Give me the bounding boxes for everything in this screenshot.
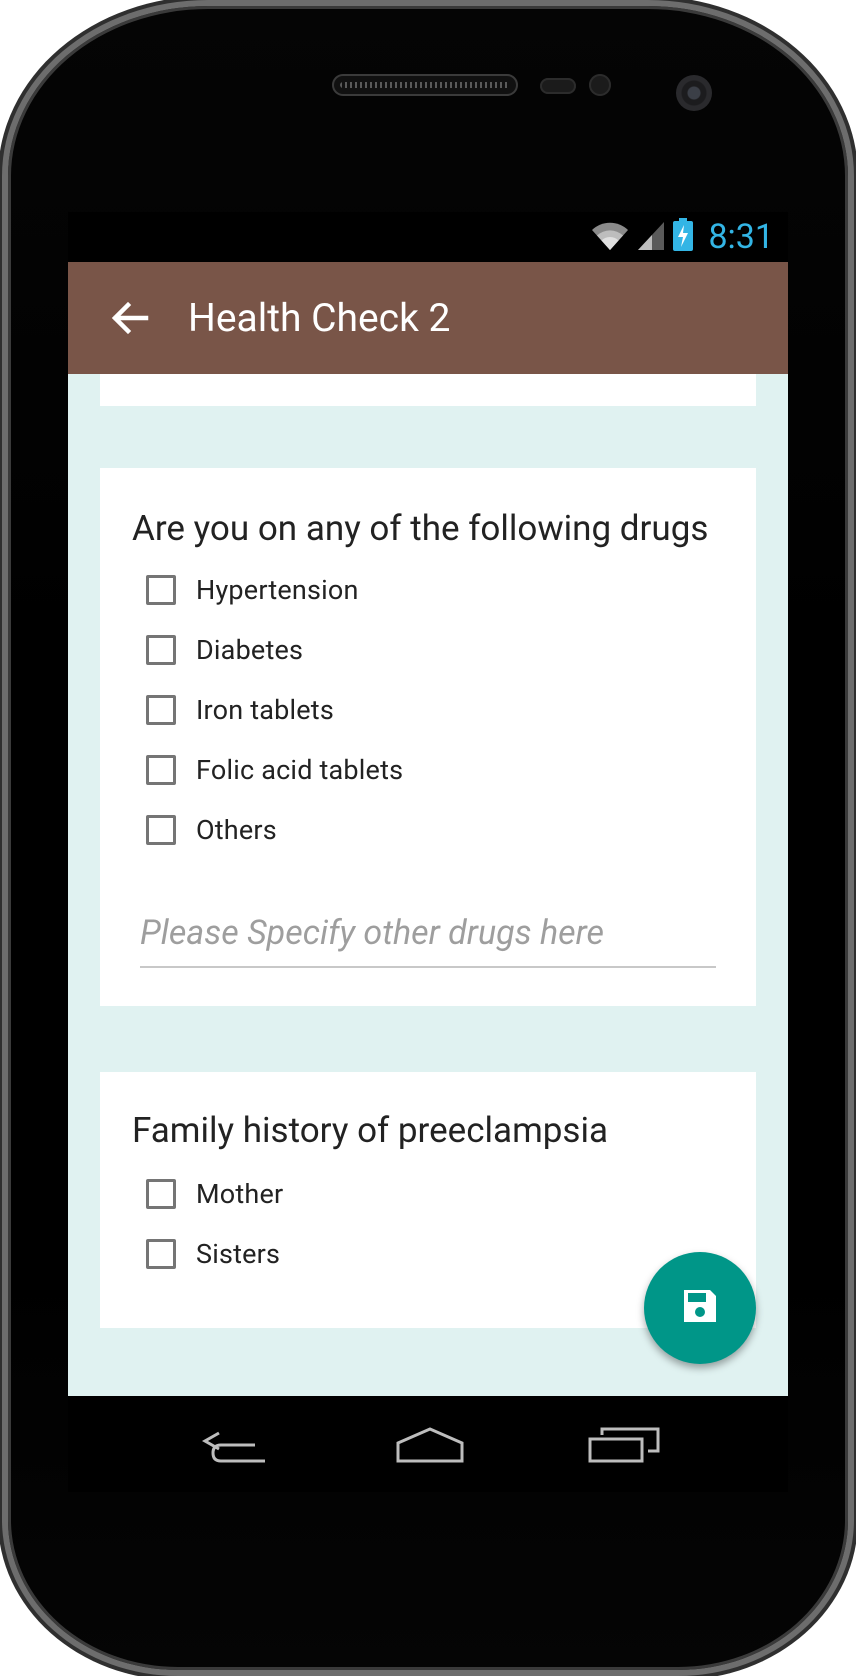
status-bar: 8:31 (68, 212, 788, 262)
checkbox-iron-tablets[interactable]: Iron tablets (146, 686, 334, 734)
back-nav-icon[interactable] (186, 1420, 282, 1470)
checkbox-box[interactable] (146, 815, 176, 845)
checkbox-box[interactable] (146, 1239, 176, 1269)
checkbox-label: Folic acid tablets (196, 754, 404, 786)
status-time: 8:31 (708, 217, 774, 257)
checkbox-label: Others (196, 814, 277, 846)
save-icon (680, 1286, 720, 1330)
battery-charging-icon (672, 218, 694, 256)
earpiece-speaker (332, 74, 518, 96)
proximity-sensor (540, 78, 576, 94)
checkbox-label: Iron tablets (196, 694, 334, 726)
checkbox-label: Hypertension (196, 574, 359, 606)
front-camera (676, 75, 712, 111)
device-screen: 8:31 Health Check 2 Are you on any of th… (68, 212, 788, 1492)
light-sensor (589, 74, 611, 96)
wifi-icon (590, 218, 630, 256)
checkbox-label: Sisters (196, 1238, 281, 1270)
checkbox-box[interactable] (146, 695, 176, 725)
drugs-question: Are you on any of the following drugs (132, 508, 709, 549)
checkbox-folic-acid-tablets[interactable]: Folic acid tablets (146, 746, 403, 794)
recents-nav-icon[interactable] (576, 1420, 672, 1470)
app-bar: Health Check 2 (68, 262, 788, 374)
checkbox-label: Diabetes (196, 634, 304, 666)
page-title: Health Check 2 (188, 295, 451, 341)
home-nav-icon[interactable] (382, 1420, 478, 1470)
family-history-question: Family history of preeclampsia (132, 1110, 609, 1151)
previous-card (100, 374, 756, 406)
navigation-bar (68, 1396, 788, 1492)
drugs-card: Are you on any of the following drugs Hy… (100, 468, 756, 1006)
checkbox-others[interactable]: Others (146, 806, 277, 854)
checkbox-diabetes[interactable]: Diabetes (146, 626, 303, 674)
checkbox-box[interactable] (146, 755, 176, 785)
checkbox-label: Mother (196, 1178, 284, 1210)
signal-icon (636, 218, 666, 256)
checkbox-box[interactable] (146, 1179, 176, 1209)
arrow-left-icon[interactable] (104, 292, 156, 344)
checkbox-sisters[interactable]: Sisters (146, 1230, 280, 1278)
status-icons: 8:31 (590, 212, 774, 262)
checkbox-box[interactable] (146, 575, 176, 605)
checkbox-hypertension[interactable]: Hypertension (146, 566, 359, 614)
form-content[interactable]: Are you on any of the following drugs Hy… (68, 374, 788, 1396)
checkbox-box[interactable] (146, 635, 176, 665)
save-button[interactable] (644, 1252, 756, 1364)
other-drugs-input[interactable] (140, 904, 716, 968)
checkbox-mother[interactable]: Mother (146, 1170, 283, 1218)
